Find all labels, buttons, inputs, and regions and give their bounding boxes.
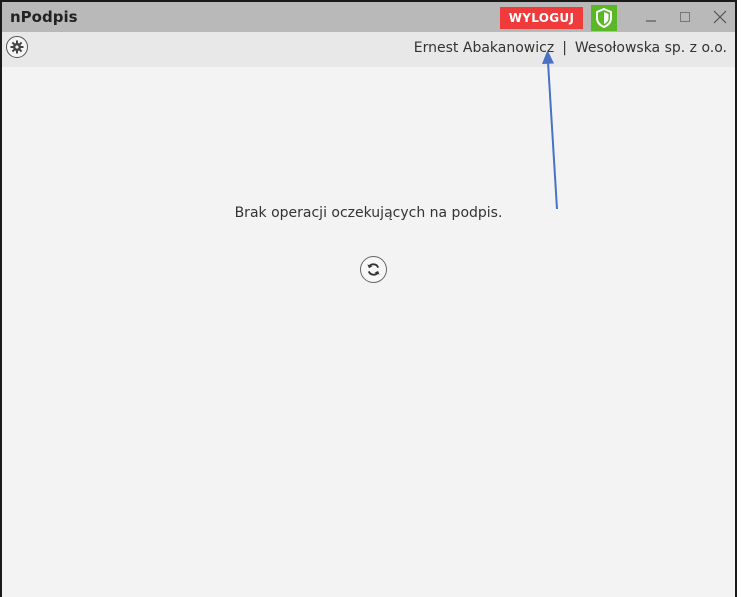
app-window: nPodpis WYLOGUJ Ernest Abakanowicz | Wes… — [0, 0, 737, 597]
close-icon — [713, 10, 727, 24]
title-bar: nPodpis WYLOGUJ — [2, 2, 735, 32]
refresh-button[interactable] — [360, 256, 387, 283]
gear-icon — [10, 40, 24, 54]
refresh-icon — [367, 263, 380, 276]
app-title: nPodpis — [10, 8, 78, 26]
minimize-icon — [646, 20, 656, 22]
close-button[interactable] — [705, 4, 735, 30]
maximize-button[interactable] — [670, 4, 700, 30]
shield-icon — [596, 8, 612, 28]
security-status-button[interactable] — [591, 5, 617, 31]
company-name: Wesołowska sp. z o.o. — [574, 40, 727, 56]
user-name: Ernest Abakanowicz — [413, 40, 555, 56]
user-toolbar: Ernest Abakanowicz | Wesołowska sp. z o.o. — [2, 32, 735, 67]
logout-button[interactable]: WYLOGUJ — [500, 7, 583, 29]
maximize-icon — [680, 12, 690, 22]
user-info-separator: | — [562, 40, 567, 56]
empty-state-message: Brak operacji oczekujących na podpis. — [234, 205, 503, 221]
user-info: Ernest Abakanowicz | Wesołowska sp. z o.o. — [414, 40, 727, 56]
minimize-button[interactable] — [636, 4, 666, 30]
settings-button[interactable] — [6, 36, 28, 58]
